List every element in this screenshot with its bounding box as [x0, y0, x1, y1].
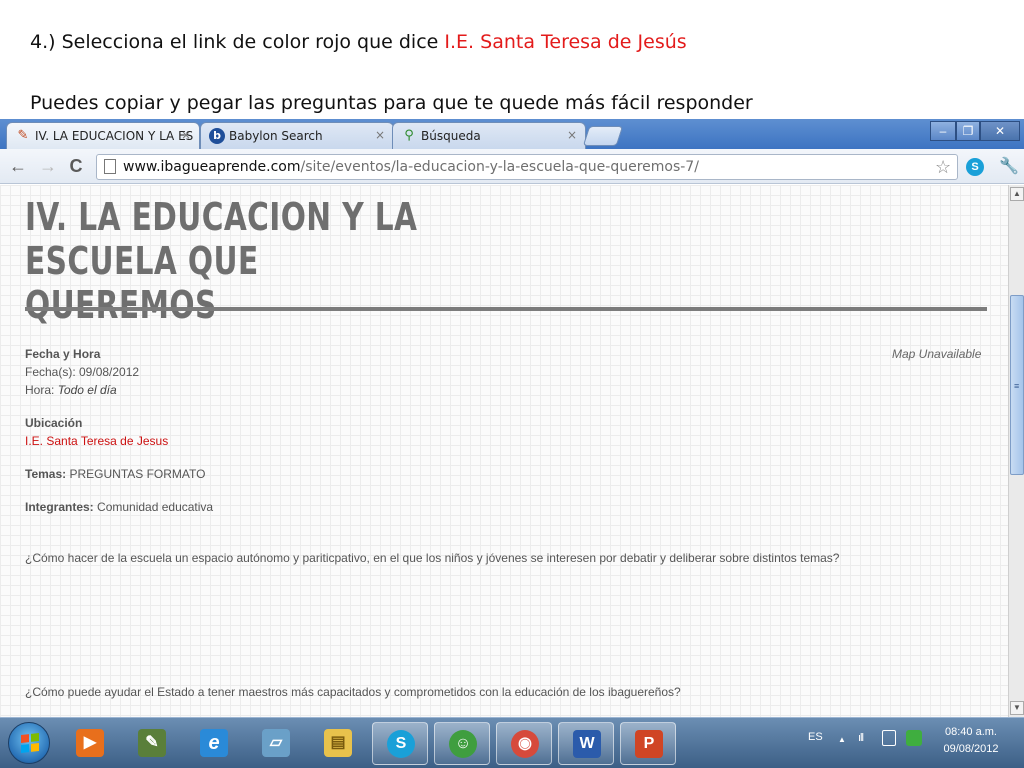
- chrome-icon: ◉: [511, 730, 539, 758]
- tab-strip: ✎ IV. LA EDUCACION Y LA ES × b Babylon S…: [0, 119, 1024, 149]
- language-indicator[interactable]: ES: [808, 731, 823, 743]
- folder-icon: ▤: [324, 729, 352, 757]
- hora-value: Todo el día: [57, 383, 117, 397]
- tab-label: IV. LA EDUCACION Y LA ES: [35, 129, 194, 143]
- taskbar-skype[interactable]: S: [372, 722, 428, 765]
- taskbar-network-tool[interactable]: ✎: [124, 722, 180, 765]
- page-title-line2: QUEREMOS: [25, 283, 217, 327]
- safely-remove-icon[interactable]: [906, 730, 922, 746]
- back-button[interactable]: ←: [8, 155, 28, 177]
- ubicacion-heading: Ubicación: [25, 416, 83, 430]
- fecha-heading: Fecha y Hora: [25, 347, 101, 361]
- new-tab-button[interactable]: [582, 126, 624, 146]
- url-path: /site/eventos/la-educacion-y-la-escuela-…: [300, 159, 699, 175]
- signal-icon[interactable]: ıll: [858, 732, 864, 744]
- minimize-button[interactable]: –: [930, 121, 956, 141]
- tab-label: Babylon Search: [229, 129, 323, 143]
- scroll-down-arrow-icon[interactable]: ▼: [1010, 701, 1024, 715]
- taskbar-notes[interactable]: ▱: [248, 722, 304, 765]
- instruction-text: 4.) Selecciona el link de color rojo que…: [30, 31, 445, 53]
- page-content: IV. LA EDUCACION Y LA ESCUELA QUE QUEREM…: [0, 185, 1008, 717]
- tab-label: Búsqueda: [421, 129, 481, 143]
- start-button[interactable]: [8, 722, 50, 764]
- taskbar-messenger[interactable]: ☺: [434, 722, 490, 765]
- hora-row: Hora: Todo el día: [25, 383, 117, 397]
- question-2: ¿Cómo puede ayudar el Estado a tener mae…: [25, 685, 681, 699]
- skype-extension-icon[interactable]: S: [966, 158, 984, 176]
- address-bar[interactable]: www.ibagueaprende.com/site/eventos/la-ed…: [96, 154, 958, 180]
- scroll-up-arrow-icon[interactable]: ▲: [1010, 187, 1024, 201]
- browser-toolbar: ← → C www.ibagueaprende.com/site/eventos…: [0, 149, 1024, 184]
- taskbar-chrome[interactable]: ◉: [496, 722, 552, 765]
- integrantes-row: Integrantes: Comunidad educativa: [25, 500, 214, 514]
- instruction-step-4: 4.) Selecciona el link de color rojo que…: [30, 31, 687, 53]
- page-title-line1: IV. LA EDUCACION Y LA ESCUELA QUE: [25, 195, 418, 283]
- power-icon[interactable]: [882, 730, 896, 746]
- temas-row: Temas: PREGUNTAS FORMATO: [25, 467, 206, 481]
- instruction-copy-paste: Puedes copiar y pegar las preguntas para…: [30, 92, 753, 114]
- taskbar-media-player[interactable]: ▶: [62, 722, 118, 765]
- taskbar-word[interactable]: W: [558, 722, 614, 765]
- taskbar-file-explorer[interactable]: ▤: [310, 722, 366, 765]
- babylon-favicon-icon: b: [209, 128, 225, 144]
- title-divider: [25, 307, 987, 311]
- grip-icon: ≡: [1014, 381, 1020, 391]
- page-icon: [104, 159, 116, 174]
- question-1: ¿Cómo hacer de la escuela un espacio aut…: [25, 551, 840, 565]
- map-unavailable-note: Map Unavailable: [892, 347, 982, 361]
- notes-icon: ▱: [262, 729, 290, 757]
- fecha-value: Fecha(s): 09/08/2012: [25, 365, 140, 379]
- instruction-highlight-link-name: I.E. Santa Teresa de Jesús: [444, 31, 687, 53]
- url-host: www.ibagueaprende.com: [123, 159, 301, 175]
- windows-logo-icon: [21, 733, 39, 753]
- taskbar-powerpoint[interactable]: P: [620, 722, 676, 765]
- network-tool-icon: ✎: [138, 729, 166, 757]
- tab-babylon-search[interactable]: b Babylon Search ×: [200, 122, 394, 149]
- tab-close-icon[interactable]: ×: [375, 128, 385, 142]
- search-favicon-icon: ⚲: [404, 128, 414, 143]
- tab-close-icon[interactable]: ×: [181, 128, 191, 142]
- wrench-menu-icon[interactable]: 🔧: [999, 156, 1019, 176]
- windows-taskbar: ▶ ✎ e ▱ ▤ S ☺ ◉ W P ES ▲ ıll 08:40 a.m. …: [0, 717, 1024, 768]
- reload-button[interactable]: C: [66, 155, 86, 177]
- ubicacion-link[interactable]: I.E. Santa Teresa de Jesus: [25, 434, 168, 448]
- browser-window: ✎ IV. LA EDUCACION Y LA ES × b Babylon S…: [0, 119, 1024, 717]
- skype-icon: S: [387, 730, 415, 758]
- clock-date: 09/08/2012: [943, 743, 999, 755]
- restore-button[interactable]: ❐: [956, 121, 980, 141]
- show-hidden-icons-icon[interactable]: ▲: [838, 735, 846, 744]
- messenger-icon: ☺: [449, 730, 477, 758]
- vertical-scrollbar[interactable]: ▲ ≡ ▼: [1008, 185, 1024, 717]
- tab-active-educacion[interactable]: ✎ IV. LA EDUCACION Y LA ES ×: [6, 122, 200, 149]
- clock-time: 08:40 a.m.: [945, 726, 997, 738]
- tab-busqueda[interactable]: ⚲ Búsqueda ×: [392, 122, 586, 149]
- media-player-icon: ▶: [76, 729, 104, 757]
- tab-close-icon[interactable]: ×: [567, 128, 577, 142]
- system-clock[interactable]: 08:40 a.m. 09/08/2012: [936, 724, 1006, 758]
- word-icon: W: [573, 730, 601, 758]
- taskbar-internet-explorer[interactable]: e: [186, 722, 242, 765]
- bookmark-star-icon[interactable]: ☆: [935, 157, 951, 178]
- powerpoint-icon: P: [635, 730, 663, 758]
- internet-explorer-icon: e: [200, 729, 228, 757]
- close-window-button[interactable]: ✕: [980, 121, 1020, 141]
- pencil-favicon-icon: ✎: [17, 128, 29, 143]
- forward-button[interactable]: →: [38, 155, 58, 177]
- scroll-thumb[interactable]: ≡: [1010, 295, 1024, 475]
